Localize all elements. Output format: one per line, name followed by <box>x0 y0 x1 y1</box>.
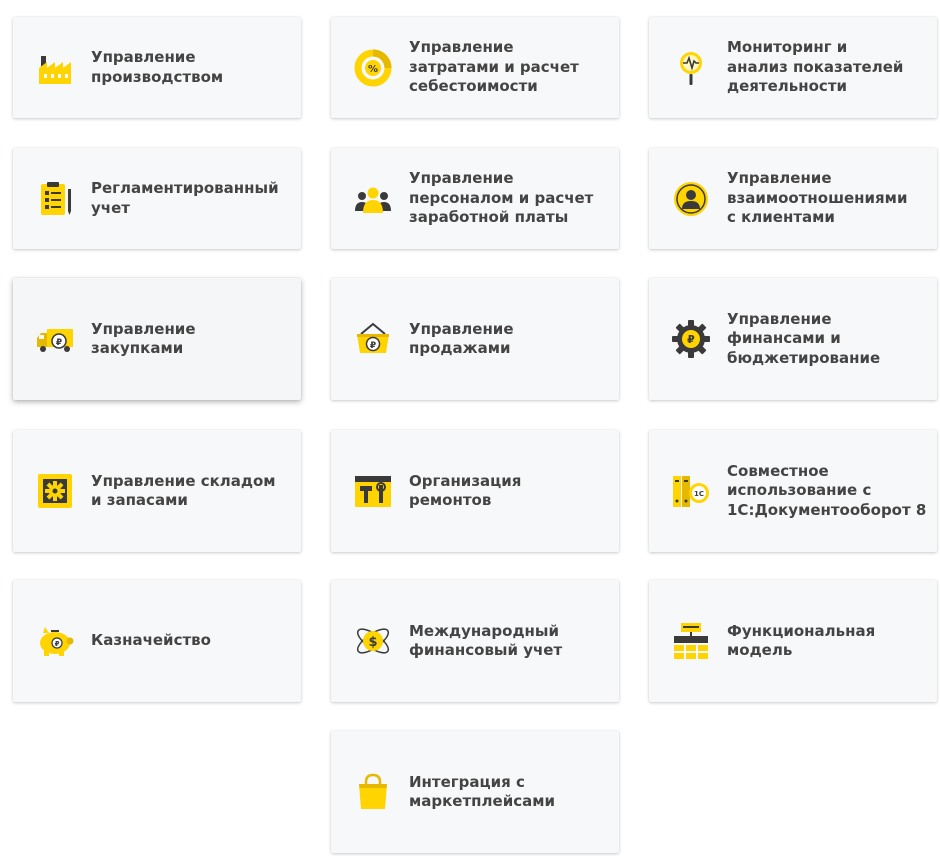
card-cost-management[interactable]: % Управление затратами и расчет себестои… <box>331 17 619 118</box>
svg-text:$: $ <box>368 635 377 650</box>
card-label: Управление закупками <box>91 319 196 358</box>
card-label: Управление персоналом и расчет заработно… <box>409 169 594 227</box>
card-functional-model[interactable]: Функциональная модель <box>649 580 937 702</box>
people-group-icon <box>353 179 393 219</box>
card-label: Управление производством <box>91 48 224 86</box>
truck-ruble-icon: ₽ <box>35 319 75 359</box>
card-label: Управление складом и запасами <box>91 471 276 510</box>
svg-text:₽: ₽ <box>55 640 60 648</box>
card-treasury[interactable]: ₽ Казначейство <box>13 580 301 702</box>
card-label: Международный финансовый учет <box>409 621 563 660</box>
card-finance-budgeting[interactable]: ₽ Управление финансами и бюджетирование <box>649 278 937 400</box>
globe-dollar-icon: $ <box>353 621 393 661</box>
card-label: Интеграция с маркетплейсами <box>409 772 555 811</box>
clipboard-checklist-icon <box>35 179 75 219</box>
svg-text:1C: 1C <box>694 490 704 498</box>
card-ifrs[interactable]: $ Международный финансовый учет <box>331 580 619 702</box>
card-warehouse-inventory[interactable]: Управление складом и запасами <box>13 430 301 552</box>
card-repairs[interactable]: Организация ремонтов <box>331 430 619 552</box>
repair-tools-icon <box>353 471 393 511</box>
customer-avatar-icon <box>671 179 711 219</box>
card-label: Мониторинг и анализ показателей деятельн… <box>727 38 904 96</box>
shopping-bag-icon <box>353 772 393 812</box>
document-binders-icon: 1C <box>671 471 711 511</box>
card-label: Управление финансами и бюджетирование <box>727 309 881 367</box>
percent-donut-icon: % <box>353 48 393 88</box>
card-label: Функциональная модель <box>727 621 876 660</box>
magnifier-pulse-icon <box>671 48 711 88</box>
card-label: Управление затратами и расчет себестоимо… <box>409 38 579 96</box>
card-regulated-accounting[interactable]: Регламентированный учет <box>13 148 301 249</box>
card-label: Управление взаимоотношениями с клиентами <box>727 169 908 227</box>
card-monitoring-analysis[interactable]: Мониторинг и анализ показателей деятельн… <box>649 17 937 118</box>
svg-text:₽: ₽ <box>687 333 695 346</box>
card-sales[interactable]: ₽ Управление продажами <box>331 278 619 400</box>
card-crm[interactable]: Управление взаимоотношениями с клиентами <box>649 148 937 249</box>
svg-text:₽: ₽ <box>56 338 62 348</box>
card-label: Управление продажами <box>409 319 514 358</box>
factory-icon <box>35 48 75 88</box>
card-label: Организация ремонтов <box>409 471 522 510</box>
card-label: Регламентированный учет <box>91 179 279 217</box>
warehouse-gear-icon <box>35 471 75 511</box>
card-purchasing[interactable]: ₽ Управление закупками <box>13 278 301 400</box>
svg-text:₽: ₽ <box>370 341 376 351</box>
hierarchy-model-icon <box>671 621 711 661</box>
card-hr-payroll[interactable]: Управление персоналом и расчет заработно… <box>331 148 619 249</box>
card-production-management[interactable]: Управление производством <box>13 17 301 118</box>
piggy-bank-icon: ₽ <box>35 621 75 661</box>
basket-ruble-icon: ₽ <box>353 319 393 359</box>
svg-text:%: % <box>368 64 378 75</box>
card-label: Совместное использование с 1С:Документоо… <box>727 461 927 519</box>
card-document-flow[interactable]: 1C Совместное использование с 1С:Докумен… <box>649 430 937 552</box>
card-marketplace-integration[interactable]: Интеграция с маркетплейсами <box>331 731 619 853</box>
gear-ruble-icon: ₽ <box>671 319 711 359</box>
card-label: Казначейство <box>91 631 211 650</box>
